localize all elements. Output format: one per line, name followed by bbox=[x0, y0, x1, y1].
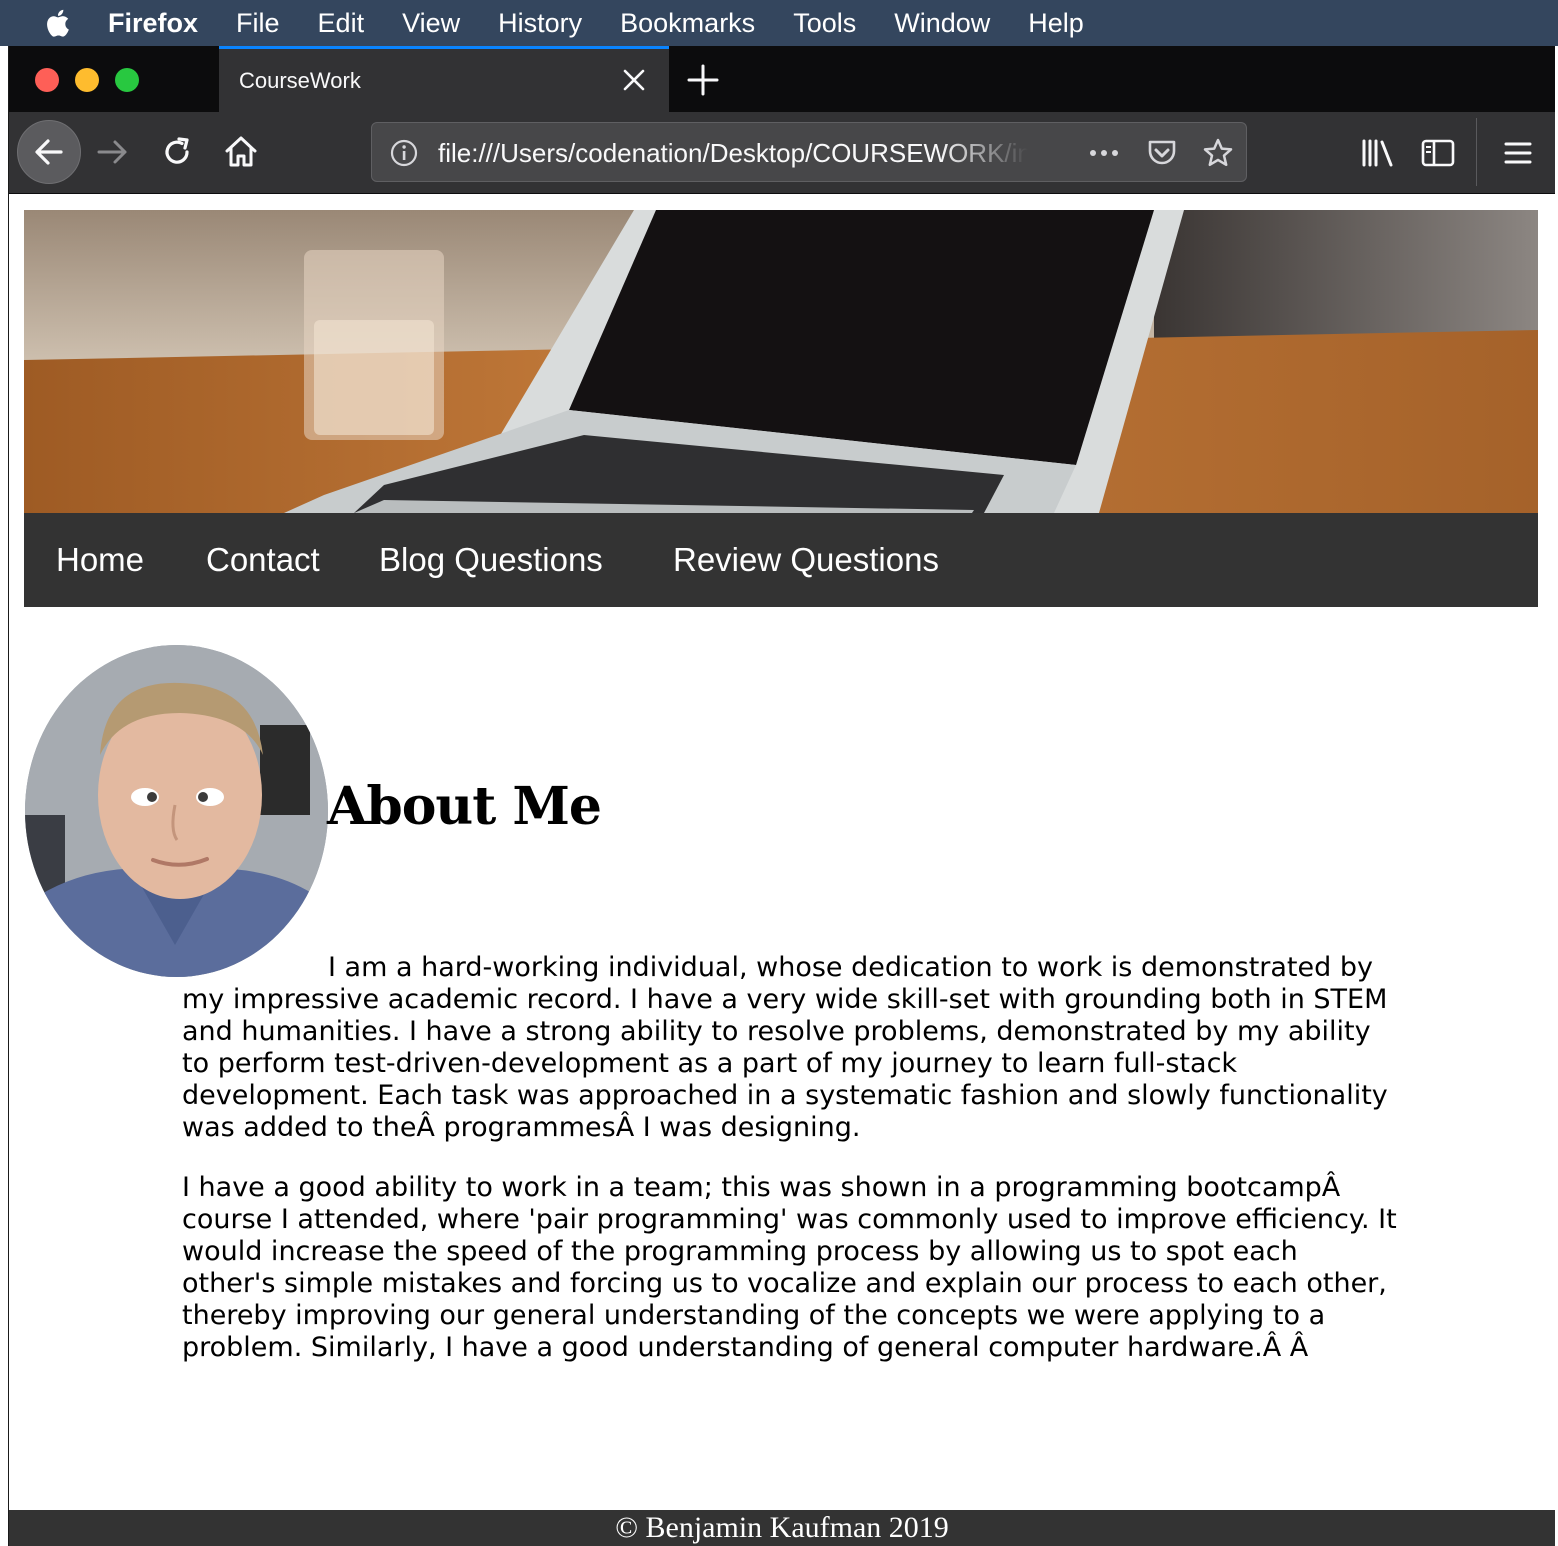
reload-icon bbox=[165, 137, 189, 164]
window-minimize-button[interactable] bbox=[75, 68, 99, 92]
forward-button[interactable] bbox=[93, 132, 133, 172]
tab-coursework[interactable]: CourseWork bbox=[219, 46, 669, 112]
more-icon[interactable] bbox=[1088, 137, 1120, 169]
menu-tools[interactable]: Tools bbox=[793, 8, 856, 39]
profile-photo bbox=[25, 645, 328, 977]
web-page: Home Contact Blog Questions Review Quest… bbox=[9, 194, 1555, 1546]
plus-icon[interactable] bbox=[685, 62, 721, 98]
star-icon[interactable] bbox=[1202, 137, 1234, 169]
toolbar-separator bbox=[1476, 118, 1477, 186]
menu-edit[interactable]: Edit bbox=[318, 8, 365, 39]
navigation-toolbar bbox=[9, 112, 1555, 194]
library-icon[interactable] bbox=[1359, 134, 1397, 172]
info-icon[interactable] bbox=[390, 139, 418, 167]
arrow-left-icon bbox=[35, 139, 63, 165]
menu-help[interactable]: Help bbox=[1028, 8, 1084, 39]
apple-icon[interactable] bbox=[28, 8, 86, 38]
about-text: I am a hard-working individual, whose de… bbox=[182, 952, 1397, 1392]
site-navigation: Home Contact Blog Questions Review Quest… bbox=[24, 513, 1538, 607]
window-maximize-button[interactable] bbox=[115, 68, 139, 92]
menu-view[interactable]: View bbox=[402, 8, 460, 39]
window-close-button[interactable] bbox=[35, 68, 59, 92]
menu-window[interactable]: Window bbox=[894, 8, 990, 39]
menu-app-firefox[interactable]: Firefox bbox=[108, 8, 198, 39]
hero-banner-image bbox=[24, 210, 1538, 513]
site-footer: © Benjamin Kaufman 2019 bbox=[9, 1510, 1555, 1546]
about-paragraph: I have a good ability to work in a team;… bbox=[182, 1172, 1397, 1363]
menu-bookmarks[interactable]: Bookmarks bbox=[620, 8, 755, 39]
home-button[interactable] bbox=[221, 132, 261, 172]
nav-link-contact[interactable]: Contact bbox=[206, 541, 320, 579]
page-title: About Me bbox=[327, 776, 602, 837]
home-icon bbox=[225, 136, 257, 167]
url-input[interactable] bbox=[438, 137, 1028, 169]
menu-file[interactable]: File bbox=[236, 8, 280, 39]
browser-window: CourseWork file:///Users/codenation/Desk… bbox=[8, 46, 1555, 1546]
nav-link-home[interactable]: Home bbox=[56, 541, 144, 579]
menu-history[interactable]: History bbox=[498, 8, 582, 39]
about-paragraph: I am a hard-working individual, whose de… bbox=[182, 952, 1388, 1143]
macos-menu-bar: Firefox File Edit View History Bookmarks… bbox=[0, 0, 1558, 46]
nav-link-blog-questions[interactable]: Blog Questions bbox=[379, 541, 603, 579]
url-bar[interactable] bbox=[371, 122, 1247, 182]
tab-title: CourseWork bbox=[239, 67, 361, 93]
pocket-icon[interactable] bbox=[1146, 137, 1178, 169]
close-icon[interactable] bbox=[621, 67, 647, 93]
tab-bar: CourseWork bbox=[9, 46, 1555, 112]
hamburger-menu-icon[interactable] bbox=[1499, 134, 1537, 172]
arrow-right-icon bbox=[97, 140, 127, 164]
sidebar-icon[interactable] bbox=[1419, 134, 1457, 172]
back-button[interactable] bbox=[17, 120, 81, 184]
nav-link-review-questions[interactable]: Review Questions bbox=[673, 541, 939, 579]
reload-button[interactable] bbox=[157, 132, 197, 172]
